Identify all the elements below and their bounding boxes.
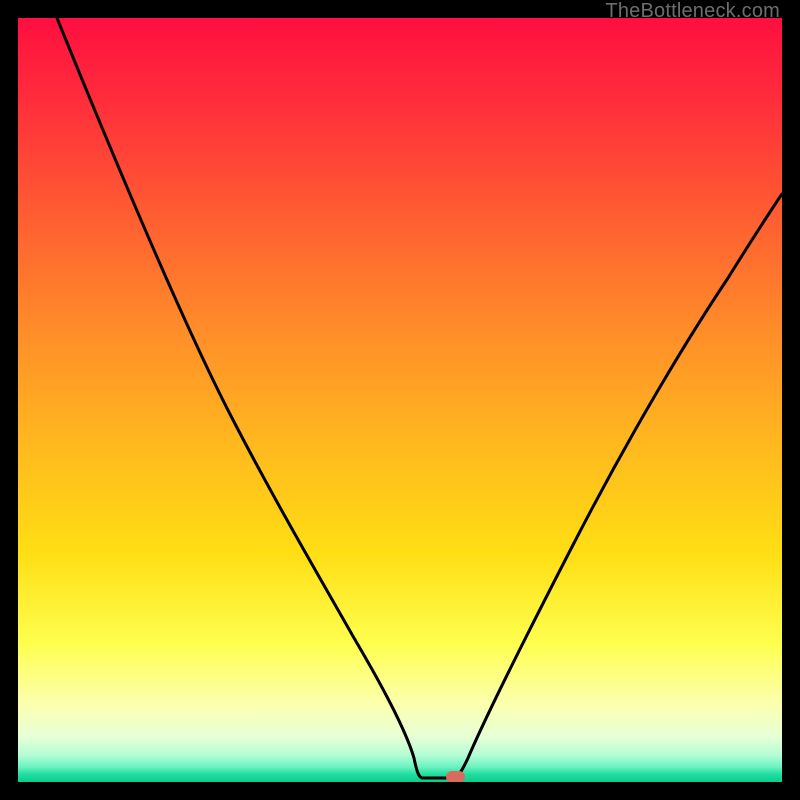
curve-svg bbox=[18, 18, 782, 782]
bottleneck-curve bbox=[57, 18, 782, 778]
optimal-marker bbox=[446, 771, 465, 782]
chart-frame: TheBottleneck.com bbox=[0, 0, 800, 800]
attribution-text: TheBottleneck.com bbox=[605, 0, 780, 23]
plot-area bbox=[18, 18, 782, 782]
